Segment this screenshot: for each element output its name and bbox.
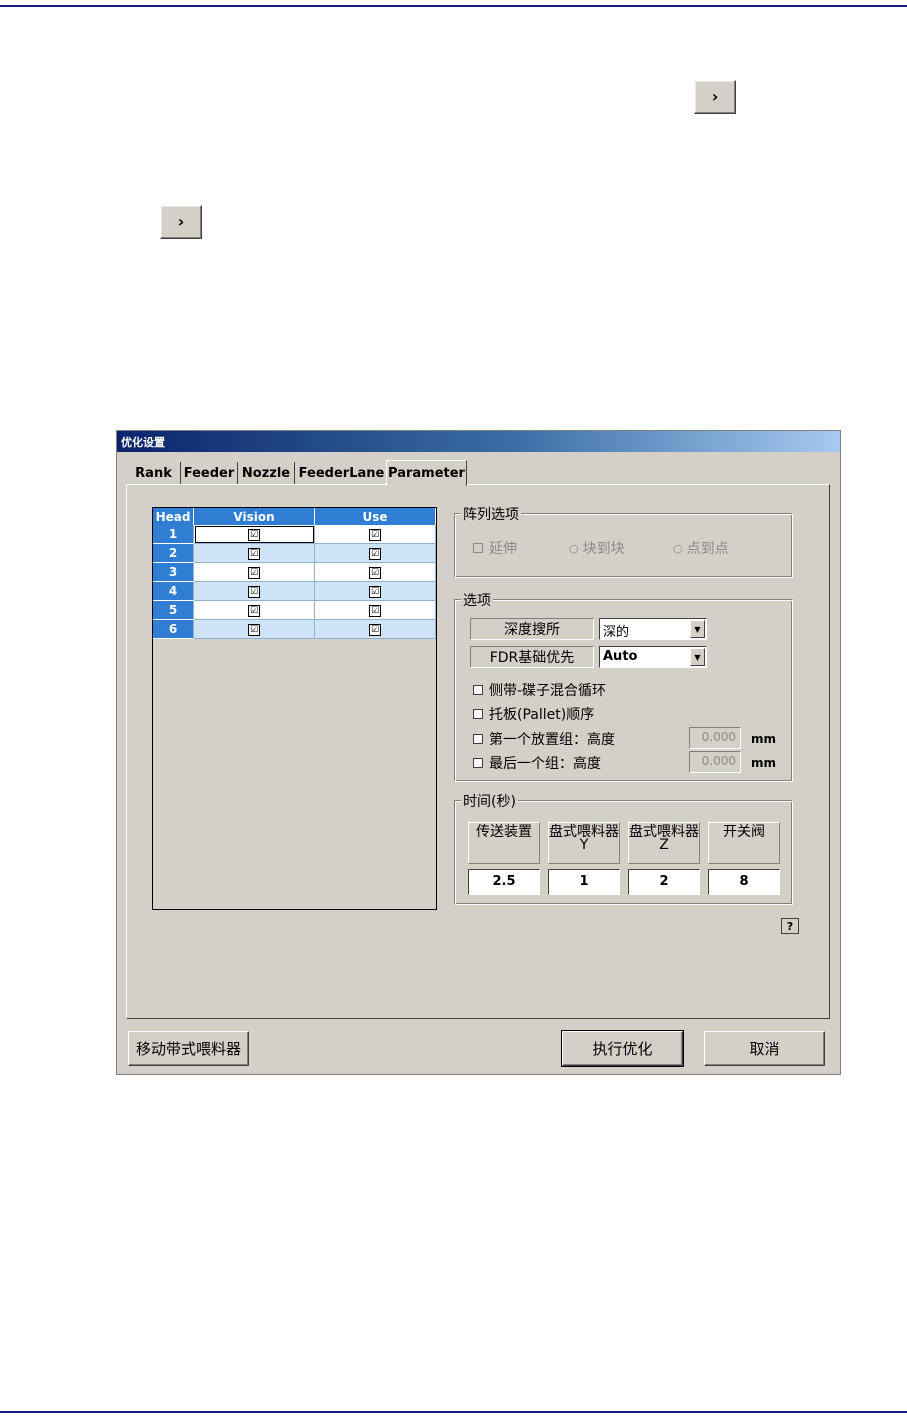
pallet-order-checkbox[interactable]: 托板(Pallet)顺序 [473, 704, 594, 724]
vision-checkbox[interactable]: ☑ [193, 581, 315, 601]
next-arrow-button-1[interactable]: › [694, 80, 736, 114]
table-row: 3 ☑ ☑ [153, 562, 436, 582]
checkbox-box [473, 685, 483, 695]
vision-checkbox[interactable]: ☑ [193, 543, 315, 563]
head-number: 5 [153, 600, 194, 620]
check-icon: ☑ [369, 623, 381, 636]
tab-parameter[interactable]: Parameter [386, 460, 467, 486]
options-group: 选项 深度搜所 深的 ▼ FDR基础优先 Auto ▼ 侧带-碟子混合循环 托板… [454, 590, 793, 782]
array-options-title: 阵列选项 [461, 504, 521, 524]
use-checkbox[interactable]: ☑ [314, 619, 436, 639]
depth-search-label: 深度搜所 [470, 618, 594, 640]
bottom-rule [0, 1411, 907, 1413]
next-arrow-button-2[interactable]: › [160, 205, 202, 239]
title-bar: 优化设置 [117, 431, 840, 452]
table-row: 2 ☑ ☑ [153, 543, 436, 563]
chevron-right-icon: › [711, 87, 719, 106]
checkbox-box [473, 734, 483, 744]
tray-feeder-y-header: 盘式喂料器Y [548, 822, 620, 864]
depth-search-select[interactable]: 深的 ▼ [599, 618, 707, 640]
dropdown-arrow-icon: ▼ [690, 620, 705, 638]
tab-feeder[interactable]: Feeder [181, 462, 238, 484]
last-height-unit: mm [751, 756, 777, 770]
block-to-block-radio[interactable]: ○ 块到块 [569, 538, 625, 558]
window-title: 优化设置 [121, 436, 165, 449]
tray-feeder-y-time-input[interactable]: 1 [548, 869, 620, 895]
first-height-unit: mm [751, 732, 777, 746]
first-group-height-checkbox[interactable]: 第一个放置组：高度 [473, 729, 615, 749]
head-number: 4 [153, 581, 194, 601]
execute-optimization-button[interactable]: 执行优化 [561, 1030, 684, 1067]
vision-checkbox[interactable]: ☑ [193, 619, 315, 639]
use-checkbox[interactable]: ☑ [314, 600, 436, 620]
use-checkbox[interactable]: ☑ [314, 543, 436, 563]
radio-icon: ○ [673, 541, 683, 555]
options-title: 选项 [461, 590, 493, 610]
head-number: 1 [153, 525, 194, 544]
tab-feederlane[interactable]: FeederLane [297, 462, 386, 484]
check-icon: ☑ [248, 585, 260, 598]
tab-rank[interactable]: Rank [127, 462, 181, 484]
table-row: 1 ☑ ☑ [153, 525, 436, 544]
radio-icon: ○ [569, 541, 579, 555]
head-grid[interactable]: Head Vision Use 1 ☑ ☑ 2 ☑ ☑ 3 ☑ ☑ 4 ☑ ☑ … [152, 507, 437, 910]
check-icon: ☑ [248, 604, 260, 617]
valve-time-input[interactable]: 8 [708, 869, 780, 895]
check-icon: ☑ [369, 585, 381, 598]
tray-feeder-z-time-input[interactable]: 2 [628, 869, 700, 895]
conveyor-time-input[interactable]: 2.5 [468, 869, 540, 895]
head-number: 6 [153, 619, 194, 639]
valve-header: 开关阀 [708, 822, 780, 864]
check-icon: ☑ [369, 604, 381, 617]
use-checkbox[interactable]: ☑ [314, 562, 436, 582]
check-icon: ☑ [248, 547, 260, 560]
extend-checkbox[interactable]: 延伸 [473, 538, 517, 558]
check-icon: ☑ [248, 528, 260, 541]
check-icon: ☑ [369, 566, 381, 579]
point-to-point-radio[interactable]: ○ 点到点 [673, 538, 729, 558]
first-group-height-input[interactable]: 0.000 [689, 727, 741, 749]
timing-title: 时间(秒) [461, 791, 518, 811]
table-row: 5 ☑ ☑ [153, 600, 436, 620]
timing-group: 时间(秒) 传送装置 盘式喂料器Y 盘式喂料器Z 开关阀 2.5 1 2 8 [454, 791, 793, 905]
last-group-height-checkbox[interactable]: 最后一个组：高度 [473, 753, 601, 773]
help-button[interactable]: ? [781, 918, 799, 934]
check-icon: ☑ [248, 566, 260, 579]
col-header-head: Head [153, 508, 194, 525]
vision-checkbox[interactable]: ☑ [193, 525, 315, 544]
cancel-button[interactable]: 取消 [704, 1031, 825, 1066]
check-icon: ☑ [369, 547, 381, 560]
use-checkbox[interactable]: ☑ [314, 581, 436, 601]
top-rule [0, 5, 907, 7]
chevron-right-icon: › [177, 212, 185, 231]
tab-nozzle[interactable]: Nozzle [238, 462, 295, 484]
optimization-settings-dialog: 优化设置 Rank Feeder Nozzle FeederLane Param… [116, 430, 841, 1075]
check-icon: ☑ [248, 623, 260, 636]
last-group-height-input[interactable]: 0.000 [689, 751, 741, 773]
table-row: 4 ☑ ☑ [153, 581, 436, 601]
checkbox-box [473, 543, 483, 553]
col-header-use: Use [314, 508, 436, 525]
check-icon: ☑ [369, 528, 381, 541]
col-header-vision: Vision [193, 508, 315, 525]
vision-checkbox[interactable]: ☑ [193, 562, 315, 582]
fdr-priority-select[interactable]: Auto ▼ [599, 646, 707, 668]
move-tape-feeder-button[interactable]: 移动带式喂料器 [128, 1031, 249, 1066]
array-options-group: 阵列选项 延伸 ○ 块到块 ○ 点到点 [454, 504, 793, 578]
table-row: 6 ☑ ☑ [153, 619, 436, 639]
tray-feeder-z-header: 盘式喂料器Z [628, 822, 700, 864]
head-number: 3 [153, 562, 194, 582]
conveyor-header: 传送装置 [468, 822, 540, 864]
head-number: 2 [153, 543, 194, 563]
dropdown-arrow-icon: ▼ [690, 648, 705, 666]
checkbox-box [473, 758, 483, 768]
fdr-priority-label: FDR基础优先 [470, 646, 594, 668]
checkbox-box [473, 709, 483, 719]
mixed-loop-checkbox[interactable]: 侧带-碟子混合循环 [473, 680, 606, 700]
use-checkbox[interactable]: ☑ [314, 525, 436, 544]
vision-checkbox[interactable]: ☑ [193, 600, 315, 620]
